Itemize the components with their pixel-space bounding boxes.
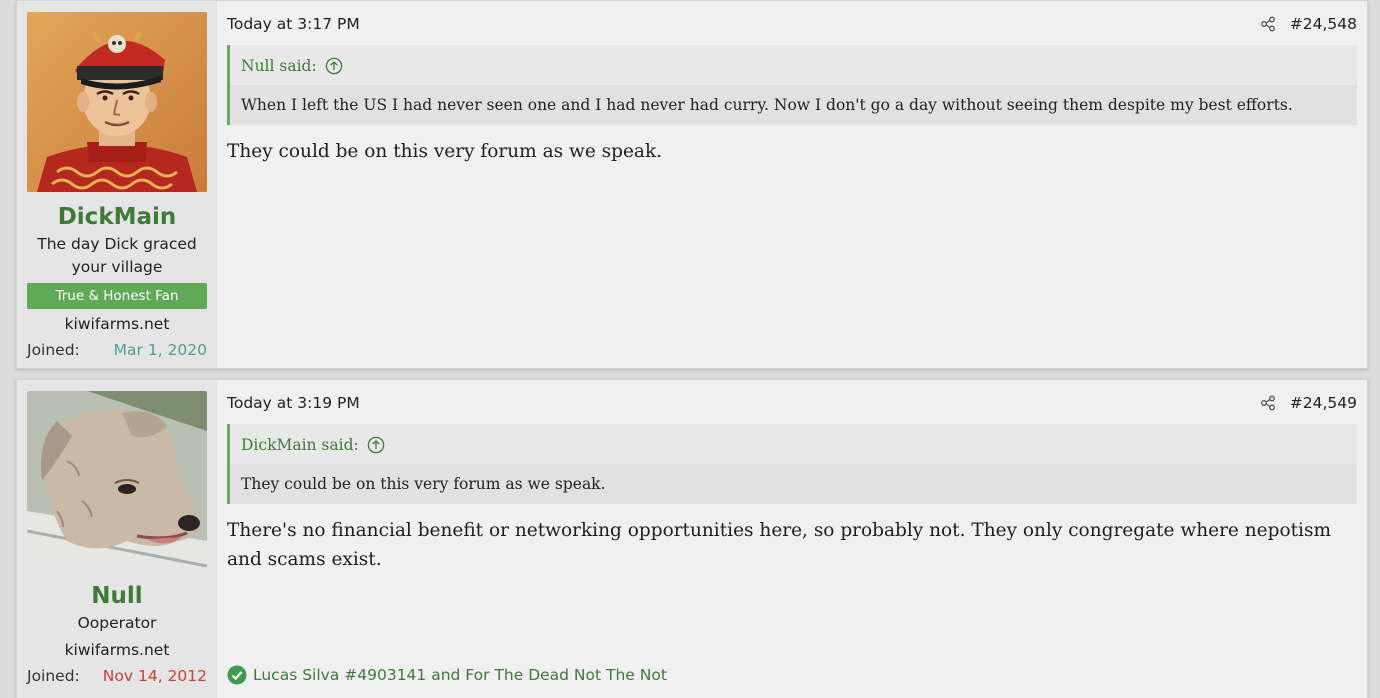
share-icon[interactable] — [1260, 395, 1276, 411]
post-header: Today at 3:19 PM #24,549 — [227, 392, 1357, 414]
user-site: kiwifarms.net — [64, 315, 170, 333]
user-title: Ooperator — [77, 614, 157, 632]
joined-row: Joined: Mar 1, 2020 — [27, 339, 207, 361]
post-message: They could be on this very forum as we s… — [227, 141, 663, 162]
avatar[interactable] — [27, 12, 207, 192]
quote-block: Null said: When I left the US I had neve… — [227, 45, 1357, 125]
user-cell: Null Ooperator kiwifarms.net Joined: Nov… — [17, 380, 217, 698]
joined-date: Mar 1, 2020 — [113, 341, 207, 359]
forum-post: DickMain The day Dick graced your villag… — [16, 0, 1368, 369]
user-site: kiwifarms.net — [64, 641, 170, 659]
arrow-up-circle-icon[interactable] — [325, 57, 343, 75]
quote-author[interactable]: DickMain said: — [241, 436, 359, 454]
page-margin — [0, 0, 16, 698]
joined-row: Joined: Nov 14, 2012 — [27, 665, 207, 687]
reactions-text[interactable]: Lucas Silva #4903141 and For The Dead No… — [253, 666, 667, 684]
forum-post: Null Ooperator kiwifarms.net Joined: Nov… — [16, 379, 1368, 698]
post-main: Today at 3:19 PM #24,549 DickMain said: — [217, 380, 1367, 698]
username[interactable]: DickMain — [27, 203, 207, 231]
post-main: Today at 3:17 PM #24,548 Null said: When… — [217, 1, 1367, 368]
arrow-up-circle-icon[interactable] — [367, 436, 385, 454]
joined-label: Joined: — [27, 341, 80, 359]
post-number[interactable]: #24,549 — [1290, 394, 1357, 412]
quote-text: When I left the US I had never seen one … — [230, 85, 1357, 125]
post-time[interactable]: Today at 3:19 PM — [227, 394, 360, 412]
quote-header: Null said: — [230, 45, 1357, 85]
joined-label: Joined: — [27, 667, 80, 685]
quote-text: They could be on this very forum as we s… — [230, 464, 1357, 504]
quote-header: DickMain said: — [230, 424, 1357, 464]
avatar[interactable] — [27, 391, 207, 571]
user-title: The day Dick graced your village — [37, 235, 197, 276]
user-banner: True & Honest Fan — [27, 283, 207, 309]
post-message: There's no financial benefit or networki… — [227, 520, 1331, 570]
post-header: Today at 3:17 PM #24,548 — [227, 13, 1357, 35]
user-cell: DickMain The day Dick graced your villag… — [17, 1, 217, 368]
reactions-bar[interactable]: Lucas Silva #4903141 and For The Dead No… — [227, 665, 667, 685]
check-circle-icon — [227, 665, 247, 685]
share-icon[interactable] — [1260, 16, 1276, 32]
quote-author[interactable]: Null said: — [241, 57, 317, 75]
username[interactable]: Null — [27, 582, 207, 610]
joined-date: Nov 14, 2012 — [102, 667, 207, 685]
quote-block: DickMain said: They could be on this ver… — [227, 424, 1357, 504]
post-number[interactable]: #24,548 — [1290, 15, 1357, 33]
post-time[interactable]: Today at 3:17 PM — [227, 15, 360, 33]
